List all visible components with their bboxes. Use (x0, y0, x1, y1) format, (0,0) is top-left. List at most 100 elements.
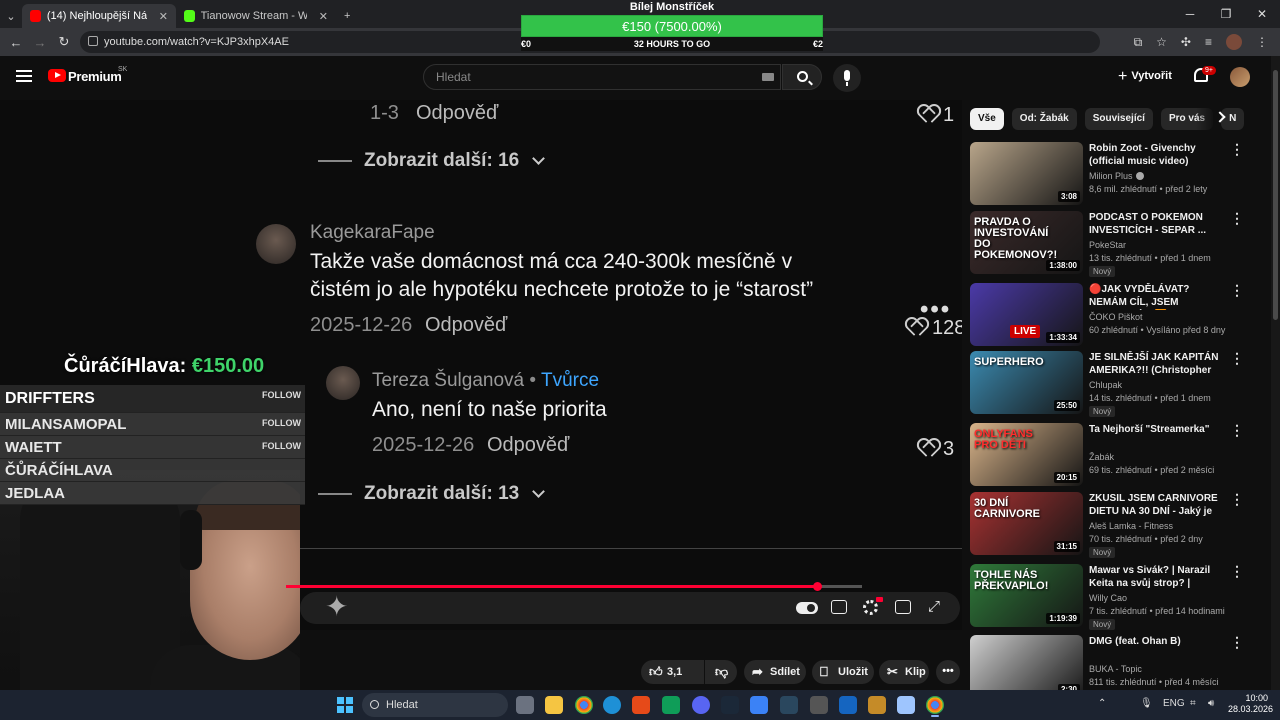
clip-button[interactable]: ✂ Klip (879, 660, 929, 684)
scrollbar-thumb[interactable] (1273, 70, 1278, 320)
chrome-icon[interactable] (926, 696, 944, 714)
windows-start-icon[interactable] (337, 697, 353, 713)
video-title[interactable]: DMG (feat. Ohan B) (1089, 635, 1227, 648)
file-explorer-icon[interactable] (545, 696, 563, 714)
video-thumbnail[interactable]: PRAVDA O INVESTOVÁNÍ DO POKEMONOV?! 1:38:… (970, 211, 1083, 274)
channel-name[interactable]: ČOKO Piškot (1089, 312, 1143, 322)
video-title[interactable]: JE SILNĚJŠÍ JAK KAPITÁN AMERIKA?!! (Chri… (1089, 351, 1227, 378)
task-view-icon[interactable] (516, 696, 534, 714)
more-options-icon[interactable]: ⋮ (1230, 564, 1244, 578)
network-icon[interactable]: ⌗ (1190, 698, 1196, 709)
search-button[interactable] (782, 64, 822, 90)
app-icon[interactable] (839, 696, 857, 714)
channel-name[interactable]: Žabák (1089, 452, 1114, 462)
voice-search-button[interactable] (833, 64, 861, 92)
language-indicator[interactable]: ENG (1163, 698, 1185, 709)
bookmark-star-icon[interactable]: ☆ (1156, 35, 1167, 49)
channel-name[interactable]: Chlupak (1089, 380, 1122, 390)
video-title[interactable]: PODCAST O POKEMON INVESTICÍCH - SEPAR ..… (1089, 211, 1227, 237)
profile-avatar[interactable] (1226, 34, 1242, 50)
app-icon[interactable] (810, 696, 828, 714)
recommended-video[interactable]: PRAVDA O INVESTOVÁNÍ DO POKEMONOV?! 1:38:… (970, 211, 1260, 277)
more-options-icon[interactable]: ⋮ (1230, 492, 1244, 506)
chip-all[interactable]: Vše (970, 108, 1004, 130)
sparkle-icon[interactable]: ✦ (325, 590, 348, 623)
video-thumbnail[interactable]: SUPERHERO 25:50 (970, 351, 1083, 414)
account-avatar[interactable] (1230, 67, 1250, 87)
tab-youtube[interactable]: (14) Nejhloupější Nároky na M… ✕ (22, 4, 176, 28)
tab-list-button[interactable]: ⌄ (0, 4, 22, 28)
more-actions-button[interactable]: ••• (936, 660, 960, 684)
system-clock[interactable]: 10:00 28.03.2026 (1228, 693, 1273, 715)
channel-name[interactable]: Willy Cao (1089, 593, 1127, 603)
taskbar-search[interactable]: Hledat (362, 693, 508, 717)
hamburger-menu-icon[interactable] (16, 70, 32, 82)
channel-name[interactable]: BUKA - Topic (1089, 664, 1142, 674)
office-icon[interactable] (632, 696, 650, 714)
recommended-video[interactable]: 30 DNÍ CARNIVORE 31:15 ZKUSIL JSEM CARNIVO… (970, 492, 1260, 558)
fullscreen-icon[interactable] (928, 598, 942, 615)
more-options-icon[interactable]: ⋮ (1230, 423, 1244, 437)
recommended-video[interactable]: ONLYFANS PRO DĚTI 20:15 Ta Nejhorší "Strea… (970, 423, 1260, 487)
search-input[interactable]: Hledat (423, 64, 781, 90)
media-control-icon[interactable]: ≡ (1205, 35, 1212, 49)
autoplay-toggle[interactable] (796, 602, 818, 614)
video-title[interactable]: 🔴JAK VYDĚLÁVAT? NEMÁM CÍL, JSEM ZTRACENÝ… (1089, 283, 1227, 310)
create-button[interactable]: + Vytvořit (1118, 68, 1172, 86)
app-icon[interactable] (662, 696, 680, 714)
warcraft-icon[interactable] (868, 696, 886, 714)
forward-icon[interactable]: → (28, 35, 52, 50)
app-icon[interactable] (750, 696, 768, 714)
chip-related[interactable]: Související (1084, 108, 1153, 130)
app-icon[interactable] (897, 696, 915, 714)
keyboard-icon[interactable] (762, 73, 774, 81)
video-thumbnail[interactable]: TOHLE NÁS PŘEKVAPILO! 1:19:39 (970, 564, 1083, 627)
reload-icon[interactable]: ↻ (52, 34, 76, 50)
miniplayer-icon[interactable] (895, 600, 911, 614)
video-title[interactable]: ZKUSIL JSEM CARNIVORE DIETU NA 30 DNÍ - … (1089, 492, 1227, 519)
like-button[interactable]: 👍︎ 3,1 tis. (641, 660, 704, 702)
more-options-icon[interactable]: ⋮ (1230, 142, 1244, 156)
close-window-icon[interactable]: ✕ (1244, 0, 1280, 28)
discord-icon[interactable] (692, 696, 710, 714)
settings-gear-icon[interactable] (863, 600, 878, 615)
more-options-icon[interactable]: ⋮ (1230, 351, 1244, 365)
install-app-icon[interactable]: ⧉ (1134, 35, 1143, 50)
volume-icon[interactable]: 🔊︎ (1208, 698, 1214, 709)
channel-name[interactable]: Aleš Lamka - Fitness (1089, 521, 1173, 531)
channel-name[interactable]: Milion Plus (1089, 171, 1144, 181)
chevron-up-icon[interactable]: ⌃ (1098, 698, 1106, 709)
site-info-icon[interactable] (88, 36, 98, 46)
video-title[interactable]: Robin Zoot - Givenchy (official music vi… (1089, 142, 1227, 168)
more-options-icon[interactable]: ⋮ (1230, 635, 1244, 649)
channel-name[interactable]: PokeStar (1089, 240, 1126, 250)
steam-icon[interactable] (780, 696, 798, 714)
video-thumbnail[interactable]: 3:08 (970, 142, 1083, 205)
video-title[interactable]: Mawar vs Sivák? | Narazil Keita na svůj … (1089, 564, 1227, 591)
steam-icon[interactable] (721, 696, 739, 714)
recommended-video[interactable]: SUPERHERO 25:50 JE SILNĚJŠÍ JAK KAPITÁN AM… (970, 351, 1260, 417)
youtube-logo-icon[interactable] (48, 69, 66, 82)
more-options-icon[interactable]: ⋮ (1230, 211, 1244, 225)
video-thumbnail[interactable]: ONLYFANS PRO DĚTI 20:15 (970, 423, 1083, 486)
tab-kick[interactable]: Tianowow Stream - Watch Live ✕ (176, 4, 336, 28)
maximize-icon[interactable]: ❐ (1208, 0, 1244, 28)
save-button[interactable]: ⎕ Uložit (812, 660, 874, 684)
microphone-icon[interactable]: 🎙︎ (1140, 698, 1153, 709)
chrome-icon[interactable] (575, 696, 593, 714)
minimize-icon[interactable]: ─ (1172, 0, 1208, 28)
video-thumbnail[interactable]: 2:30 (970, 635, 1083, 698)
recommended-video[interactable]: LIVE 1:33:34 🔴JAK VYDĚLÁVAT? NEMÁM CÍL, JS… (970, 283, 1260, 347)
extensions-icon[interactable]: ✣ (1181, 35, 1191, 49)
close-tab-icon[interactable]: ✕ (319, 10, 328, 23)
dislike-button[interactable]: 👎︎ (705, 660, 737, 684)
chip-from-channel[interactable]: Od: Žabák (1011, 108, 1077, 130)
close-tab-icon[interactable]: ✕ (159, 10, 168, 23)
browser-menu-icon[interactable]: ⋮ (1256, 35, 1268, 49)
edge-icon[interactable] (603, 696, 621, 714)
recommended-video[interactable]: 3:08 Robin Zoot - Givenchy (official musi… (970, 142, 1260, 206)
chip-cutoff[interactable]: N (1221, 108, 1245, 130)
share-button[interactable]: ➦ Sdílet (744, 660, 806, 684)
scrubber-handle[interactable] (813, 582, 822, 591)
new-tab-button[interactable]: + (336, 4, 358, 28)
